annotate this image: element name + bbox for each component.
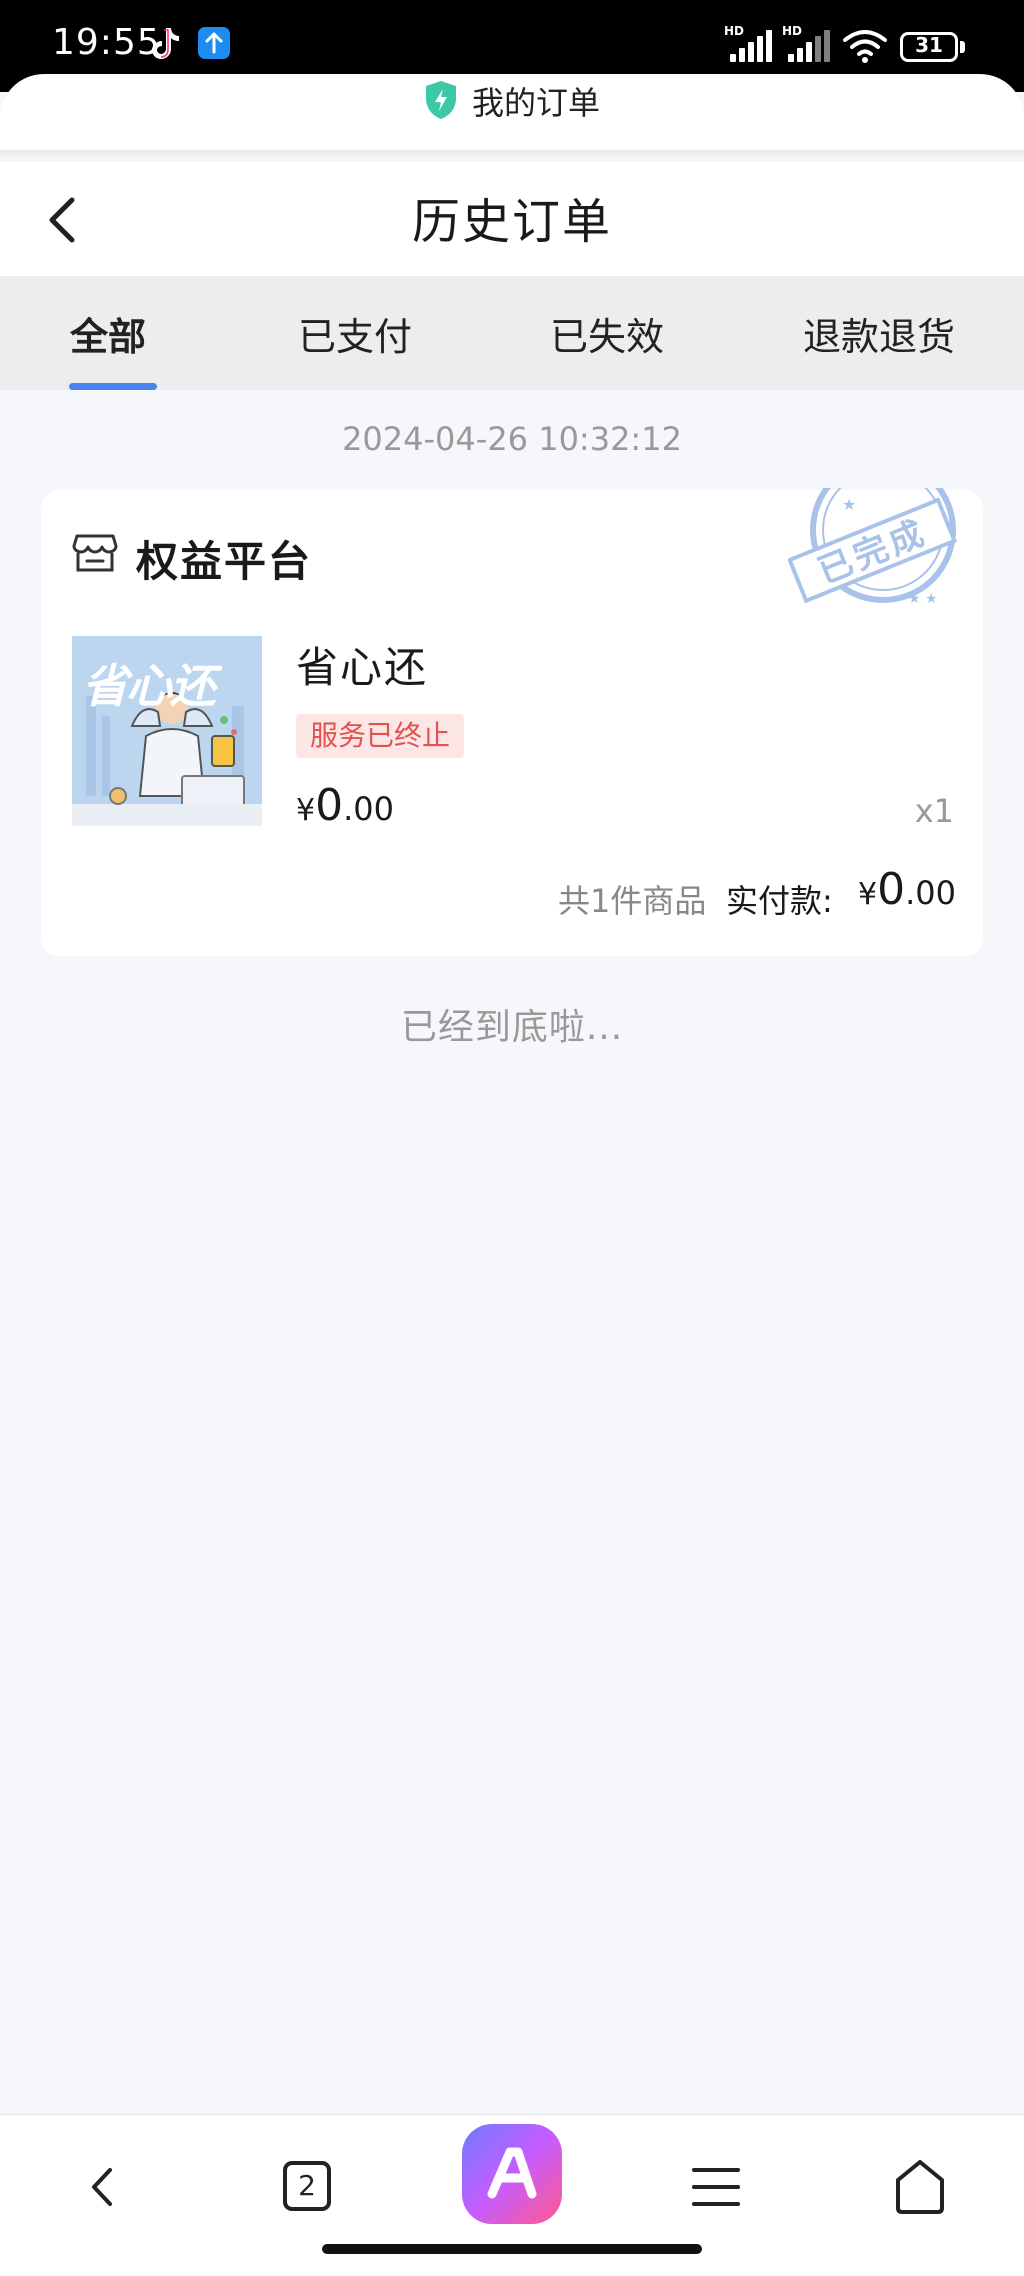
- tab-count: 2: [298, 2169, 316, 2202]
- tab-all[interactable]: 全部: [70, 306, 146, 361]
- cellular-signal-1-icon: HD: [724, 24, 774, 62]
- active-tab-indicator: [69, 383, 157, 390]
- menu-button[interactable]: [690, 2154, 742, 2220]
- price-currency: ¥: [296, 793, 316, 828]
- status-badge: 服务已终止: [296, 714, 465, 758]
- tiktok-icon: [152, 28, 179, 59]
- svg-text:★ ★: ★ ★: [908, 591, 938, 606]
- tab-expired[interactable]: 已失效: [550, 306, 664, 361]
- chevron-left-icon: [92, 2168, 112, 2206]
- signal-2-label: HD: [782, 24, 803, 38]
- menu-icon: [692, 2168, 740, 2206]
- product-image-text: 省心还: [82, 659, 216, 713]
- completed-stamp: 已完成 ★ ★ ★: [788, 488, 958, 606]
- paid-amount-label: 实付款:: [726, 882, 833, 920]
- battery-icon: 31: [900, 32, 966, 62]
- wifi-icon: [843, 30, 887, 63]
- tabs-button[interactable]: 2: [282, 2152, 332, 2222]
- quantity: x1: [914, 792, 954, 830]
- cellular-signal-2-icon: HD: [782, 24, 832, 62]
- product-price: ¥0.00: [296, 780, 394, 831]
- item-count: 共1件商品: [558, 882, 707, 920]
- paid-amount: ¥0.00: [858, 864, 956, 915]
- ai-logo-icon: [462, 2124, 562, 2224]
- status-time: 19:55: [52, 22, 161, 63]
- tab-paid[interactable]: 已支付: [298, 306, 412, 361]
- browser-back-button[interactable]: [76, 2150, 130, 2224]
- page-title: 历史订单: [411, 194, 612, 250]
- paid-currency: ¥: [858, 877, 878, 912]
- divider: [0, 150, 1024, 162]
- product-name: 省心还: [296, 643, 429, 692]
- product-image[interactable]: 省心还: [72, 636, 262, 826]
- price-integer: 0: [315, 780, 344, 831]
- store-icon: [72, 534, 118, 572]
- end-of-list-text: 已经到底啦...: [400, 1007, 624, 1048]
- shield-icon: [426, 81, 456, 119]
- paid-integer: 0: [877, 864, 906, 915]
- app-notification-icon: [198, 27, 230, 59]
- price-decimal: .00: [343, 790, 394, 828]
- home-icon: [896, 2160, 944, 2214]
- browser-page-title: 我的订单: [472, 84, 601, 122]
- order-date: 2024-04-26 10:32:12: [342, 420, 682, 458]
- browser-ai-button[interactable]: [460, 2122, 564, 2226]
- svg-text:★: ★: [842, 495, 856, 514]
- tab-refund[interactable]: 退款退货: [803, 306, 955, 361]
- store-name: 权益平台: [136, 537, 313, 586]
- signal-1-label: HD: [724, 24, 745, 38]
- battery-level: 31: [915, 33, 943, 57]
- home-button[interactable]: [892, 2150, 948, 2222]
- paid-decimal: .00: [905, 874, 956, 912]
- home-indicator: [322, 2244, 702, 2254]
